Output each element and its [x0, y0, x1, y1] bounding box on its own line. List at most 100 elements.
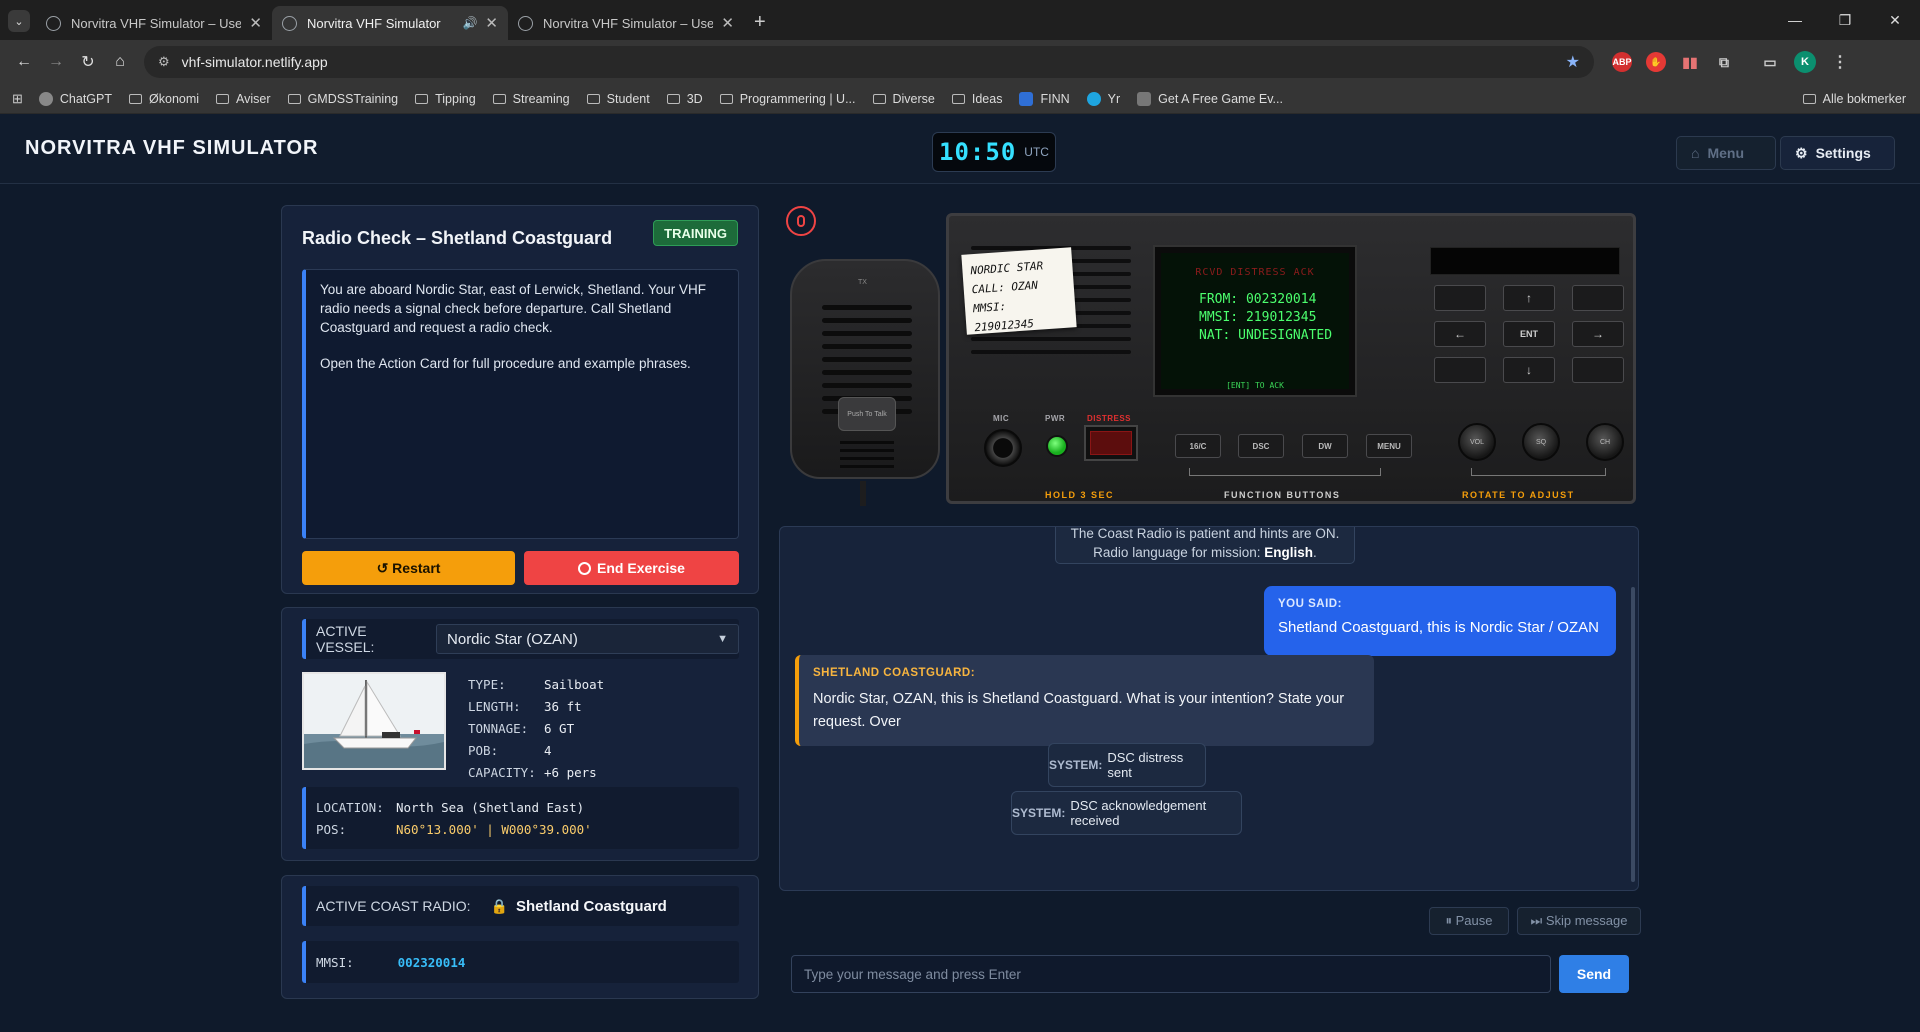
spec-key: TYPE: — [468, 677, 506, 692]
microphone-icon — [797, 215, 805, 227]
send-button[interactable]: Send — [1559, 955, 1629, 993]
keypad-left[interactable]: ← — [1434, 321, 1486, 347]
close-tab-icon[interactable]: ✕ — [485, 14, 498, 32]
hand-microphone[interactable]: TX Push To Talk — [790, 259, 940, 479]
bookmark-folder[interactable]: 3D — [666, 91, 703, 106]
keypad-down[interactable]: ↓ — [1503, 357, 1555, 383]
settings-button[interactable]: ⚙ Settings — [1780, 136, 1895, 170]
distress-button[interactable] — [1084, 425, 1138, 461]
minimize-icon[interactable]: — — [1770, 12, 1820, 28]
apps-grid-icon[interactable]: ⊞ — [12, 91, 23, 107]
all-bookmarks[interactable]: Alle bokmerker — [1802, 91, 1906, 106]
keypad-right[interactable]: → — [1572, 321, 1624, 347]
bookmark-item[interactable]: Yr — [1086, 91, 1120, 106]
coastguard-message-text: Nordic Star, OZAN, this is Shetland Coas… — [813, 691, 1345, 730]
bookmark-label: Alle bokmerker — [1822, 91, 1906, 106]
stop-icon — [578, 561, 592, 575]
folder-icon — [951, 93, 965, 104]
bookmark-folder[interactable]: Student — [586, 92, 650, 106]
dsc-button[interactable]: DSC — [1238, 434, 1284, 458]
bookmark-item[interactable]: FINN — [1019, 91, 1070, 106]
speaker-icon[interactable]: 🔊 — [462, 16, 477, 30]
chatgpt-icon — [38, 91, 53, 106]
active-coast-row: ACTIVE COAST RADIO: 🔒 Shetland Coastguar… — [302, 886, 739, 926]
browser-tab[interactable]: Norvitra VHF Simulator – User G ✕ — [36, 6, 272, 40]
bookmark-label: 3D — [686, 91, 703, 106]
bookmark-folder[interactable]: Aviser — [216, 92, 271, 106]
adblock-icon[interactable]: ABP — [1612, 52, 1632, 72]
language-value: English — [1264, 545, 1314, 560]
restore-icon[interactable]: ❐ — [1820, 12, 1870, 29]
chat-scrollbar[interactable] — [1631, 587, 1635, 882]
power-button[interactable] — [1046, 435, 1068, 457]
bookmark-star-icon[interactable]: ★ — [1566, 52, 1580, 72]
rotate-caption: ROTATE TO ADJUST — [1462, 490, 1575, 500]
coastguard-message-label: SHETLAND COASTGUARD: — [813, 667, 976, 679]
position-value: N60°13.000' | W000°39.000' — [396, 822, 592, 837]
user-message-text: Shetland Coastguard, this is Nordic Star… — [1278, 619, 1599, 636]
dual-watch-button[interactable]: DW — [1302, 434, 1348, 458]
bookmark-folder[interactable]: GMDSSTraining — [287, 92, 398, 106]
squelch-knob[interactable]: SQ — [1522, 423, 1560, 461]
spec-value: +6 pers — [544, 765, 597, 780]
keypad-enter[interactable]: ENT — [1503, 321, 1555, 347]
browser-tab-active[interactable]: Norvitra VHF Simulator 🔊 ✕ — [272, 6, 508, 40]
skip-message-button[interactable]: ⏭ Skip message — [1517, 907, 1641, 935]
radio-menu-button[interactable]: MENU — [1366, 434, 1412, 458]
bookmark-folder[interactable]: Streaming — [492, 92, 570, 106]
back-icon[interactable]: ← — [8, 53, 40, 71]
spec-row: TYPE: Sailboat — [468, 674, 604, 696]
forward-icon[interactable]: → — [40, 53, 72, 71]
home-icon[interactable]: ⌂ — [104, 53, 136, 71]
new-tab-button[interactable]: + — [754, 11, 766, 34]
bookmark-folder[interactable]: Programmering | U... — [719, 92, 856, 106]
folder-icon — [586, 93, 600, 104]
keypad-blank[interactable] — [1434, 357, 1486, 383]
close-tab-icon[interactable]: ✕ — [721, 14, 734, 32]
volume-knob[interactable]: VOL — [1458, 423, 1496, 461]
extensions-area: ABP ✋ ▮▮ ⧉ ▭ K ⋮ — [1612, 51, 1850, 73]
hand-extension-icon[interactable]: ✋ — [1646, 52, 1666, 72]
globe-icon — [282, 15, 297, 31]
voice-input-button[interactable] — [786, 206, 816, 236]
close-tab-icon[interactable]: ✕ — [249, 14, 262, 32]
audio-extension-icon[interactable]: ▮▮ — [1680, 52, 1700, 72]
push-to-talk-button[interactable]: Push To Talk — [838, 397, 896, 431]
keypad-blank[interactable] — [1434, 285, 1486, 311]
cast-icon[interactable]: ▭ — [1760, 52, 1780, 72]
channel-knob[interactable]: CH — [1586, 423, 1624, 461]
close-window-icon[interactable]: ✕ — [1870, 12, 1920, 29]
vhf-radio-unit: NORDIC STAR CALL: OZAN MMSI: 219012345 R… — [946, 213, 1636, 504]
reload-icon[interactable]: ↻ — [72, 52, 104, 72]
radio-log[interactable]: The Coast Radio is patient and hints are… — [779, 526, 1639, 891]
tab-search-button[interactable]: ⌄ — [8, 10, 30, 32]
home-icon: ⌂ — [1691, 145, 1700, 161]
keypad-blank[interactable] — [1572, 285, 1624, 311]
keypad-up[interactable]: ↑ — [1503, 285, 1555, 311]
mic-jack — [984, 429, 1022, 467]
menu-button[interactable]: ⌂ Menu — [1676, 136, 1776, 170]
bookmark-folder[interactable]: Økonomi — [129, 92, 199, 106]
profile-avatar[interactable]: K — [1794, 51, 1816, 73]
restart-button[interactable]: ↺ Restart — [302, 551, 515, 585]
bookmark-label: Ideas — [971, 91, 1003, 106]
folder-icon — [287, 93, 301, 104]
bookmark-folder[interactable]: Ideas — [951, 91, 1003, 106]
pause-button[interactable]: ⏸ Pause — [1429, 907, 1509, 935]
bookmark-folder[interactable]: Diverse — [872, 92, 935, 106]
browser-tab[interactable]: Norvitra VHF Simulator – User G ✕ — [508, 6, 744, 40]
vessel-select[interactable]: Nordic Star (OZAN) ▼ — [436, 624, 739, 654]
channel-16-button[interactable]: 16/C — [1175, 434, 1221, 458]
puzzle-icon[interactable]: ⧉ — [1714, 52, 1734, 72]
site-info-icon[interactable]: ⚙ — [158, 54, 170, 70]
keypad-blank[interactable] — [1572, 357, 1624, 383]
url-field[interactable]: ⚙ vhf-simulator.netlify.app ★ — [144, 46, 1594, 78]
kebab-menu-icon[interactable]: ⋮ — [1830, 52, 1850, 72]
end-exercise-button[interactable]: End Exercise — [524, 551, 739, 585]
distress-label: DISTRESS — [1087, 414, 1132, 423]
mmsi-label: MMSI: — [316, 954, 354, 970]
bookmark-item[interactable]: Get A Free Game Ev... — [1137, 91, 1283, 106]
bookmark-item[interactable]: ChatGPT — [38, 91, 112, 106]
message-input[interactable] — [791, 955, 1551, 993]
bookmark-folder[interactable]: Tipping — [415, 92, 476, 106]
